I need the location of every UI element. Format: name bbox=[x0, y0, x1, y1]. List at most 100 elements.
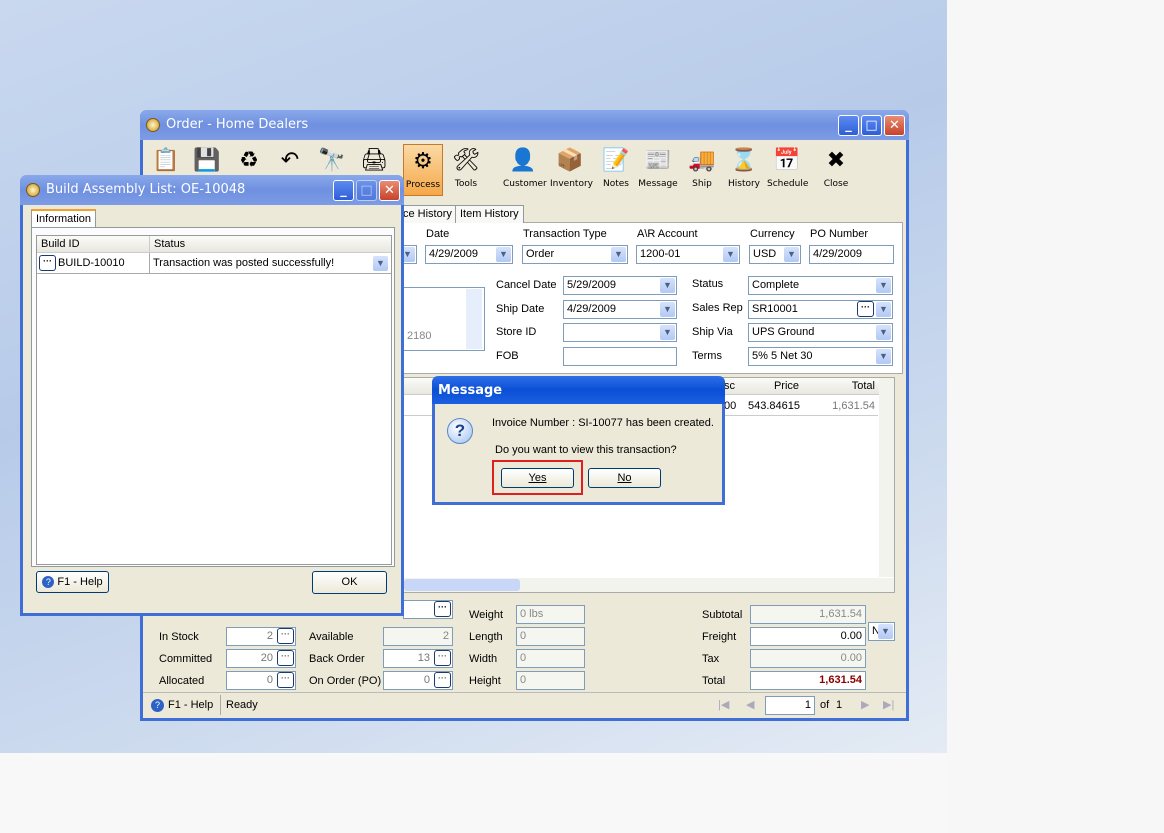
page-input[interactable]: 1 bbox=[765, 696, 815, 715]
terms-select[interactable]: 5% 5 Net 30 ▼ bbox=[748, 347, 893, 366]
value: 0 bbox=[520, 652, 527, 664]
cancel-date-field[interactable]: 5/29/2009 ▼ bbox=[563, 276, 677, 295]
weight-field[interactable]: 0 lbs bbox=[516, 605, 585, 624]
value: Complete bbox=[752, 279, 800, 291]
committed-field[interactable]: 20 ··· bbox=[226, 649, 296, 668]
next-page-button[interactable]: ▶ bbox=[861, 698, 869, 711]
transaction-type-select[interactable]: Order ▼ bbox=[522, 245, 628, 264]
item-field[interactable]: ··· bbox=[403, 600, 453, 619]
ar-account-select[interactable]: 1200-01 ▼ bbox=[636, 245, 740, 264]
grid-header-disc: sc bbox=[724, 378, 738, 395]
page-count: 1 bbox=[836, 699, 843, 711]
total-field[interactable]: 1,631.54 bbox=[750, 671, 866, 690]
subtotal-field[interactable]: 1,631.54 bbox=[750, 605, 866, 624]
toolbar-button-tools[interactable]: 🛠 Tools bbox=[446, 144, 486, 196]
last-page-button[interactable]: ▶| bbox=[883, 698, 894, 711]
ellipsis-button[interactable]: ··· bbox=[434, 650, 451, 666]
available-field[interactable]: 2 bbox=[383, 627, 453, 646]
ship-date-label: Ship Date bbox=[496, 303, 545, 315]
minimize-button[interactable]: _ bbox=[333, 180, 354, 201]
maximize-button[interactable]: □ bbox=[356, 180, 377, 201]
toolbar-button-process[interactable]: ⚙ Process bbox=[403, 144, 443, 196]
chevron-down-icon[interactable]: ▼ bbox=[373, 256, 388, 271]
value: 1,631.54 bbox=[819, 674, 862, 686]
ellipsis-button[interactable]: ··· bbox=[39, 255, 56, 271]
yes-label: Yes bbox=[528, 472, 547, 484]
message-title-bar[interactable]: Message bbox=[432, 376, 725, 404]
fob-label: FOB bbox=[496, 350, 519, 362]
value: 0 lbs bbox=[520, 608, 544, 620]
tab-panel: Build ID Status ··· BUILD-10010 Transact… bbox=[31, 227, 395, 567]
col-status: Status bbox=[150, 236, 391, 253]
ok-button[interactable]: OK bbox=[312, 571, 387, 594]
vertical-scrollbar[interactable] bbox=[879, 378, 894, 577]
message-line-1: Invoice Number : SI-10077 has been creat… bbox=[492, 417, 714, 429]
length-label: Length bbox=[469, 631, 503, 643]
horizontal-scrollbar[interactable] bbox=[404, 578, 894, 592]
help-link[interactable]: F1 - Help bbox=[168, 699, 213, 711]
close-window-button[interactable]: ✕ bbox=[379, 180, 400, 201]
no-button[interactable]: No bbox=[588, 468, 661, 488]
close-window-button[interactable]: ✕ bbox=[884, 115, 905, 136]
ellipsis-button[interactable]: ··· bbox=[434, 601, 451, 617]
backorder-field[interactable]: 13 ··· bbox=[383, 649, 453, 668]
table-row[interactable]: ··· BUILD-10010 Transaction was posted s… bbox=[37, 253, 391, 274]
instock-field[interactable]: 2 ··· bbox=[226, 627, 296, 646]
maximize-button[interactable]: □ bbox=[861, 115, 882, 136]
height-field[interactable]: 0 bbox=[516, 671, 585, 690]
tab-price-history[interactable]: ce History bbox=[398, 205, 457, 223]
ship-via-select[interactable]: UPS Ground ▼ bbox=[748, 323, 893, 342]
type-label: Transaction Type bbox=[523, 228, 607, 240]
tab-label: ce History bbox=[403, 208, 452, 220]
width-field[interactable]: 0 bbox=[516, 649, 585, 668]
help-button[interactable]: ? F1 - Help bbox=[36, 571, 109, 593]
toolbar-button-history[interactable]: ⌛ History bbox=[724, 144, 764, 196]
sales-rep-select[interactable]: SR10001 ··· ▼ bbox=[748, 300, 893, 319]
first-page-button[interactable]: |◀ bbox=[718, 698, 729, 711]
toolbar-button-inventory[interactable]: 📦 Inventory bbox=[550, 144, 593, 196]
build-title-bar[interactable]: Build Assembly List: OE-10048 _ □ ✕ bbox=[20, 175, 404, 205]
chevron-down-icon: ▼ bbox=[404, 247, 415, 262]
toolbar-button-close[interactable]: ✖ Close bbox=[816, 144, 856, 196]
yes-button[interactable]: Yes bbox=[501, 468, 574, 488]
toolbar-button-message[interactable]: 📰 Message bbox=[638, 144, 678, 196]
ellipsis-button[interactable]: ··· bbox=[434, 672, 451, 688]
toolbar-button-notes[interactable]: 📝 Notes bbox=[596, 144, 636, 196]
currency-select[interactable]: USD ▼ bbox=[749, 245, 801, 264]
ship-date-field[interactable]: 4/29/2009 ▼ bbox=[563, 300, 677, 319]
value: 13 bbox=[417, 652, 430, 664]
toolbar-button-ship[interactable]: 🚚 Ship bbox=[682, 144, 722, 196]
ellipsis-button[interactable]: ··· bbox=[857, 301, 874, 317]
po-number-field[interactable]: 4/29/2009 bbox=[809, 245, 894, 264]
tab-information[interactable]: Information bbox=[31, 209, 97, 227]
order-title-bar[interactable]: Order - Home Dealers _ □ ✕ bbox=[140, 110, 909, 140]
toolbar-button-schedule[interactable]: 📅 Schedule bbox=[767, 144, 809, 196]
customer-dropdown[interactable]: ▼ bbox=[403, 245, 417, 264]
freight-code-select[interactable]: N ▼ bbox=[868, 622, 895, 641]
help-icon: ? bbox=[151, 699, 164, 712]
length-field[interactable]: 0 bbox=[516, 627, 585, 646]
freight-field[interactable]: 0.00 bbox=[750, 627, 866, 646]
value: 4/29/2009 bbox=[429, 248, 478, 260]
inventory-icon: 📦 bbox=[556, 148, 584, 173]
ellipsis-button[interactable]: ··· bbox=[277, 650, 294, 666]
date-field[interactable]: 4/29/2009 ▼ bbox=[425, 245, 513, 264]
prev-page-button[interactable]: ◀ bbox=[746, 698, 754, 711]
value: UPS Ground bbox=[752, 326, 815, 338]
toolbar-button-customer[interactable]: 👤 Customer bbox=[503, 144, 547, 196]
chevron-down-icon: ▼ bbox=[660, 325, 675, 340]
ellipsis-button[interactable]: ··· bbox=[277, 628, 294, 644]
search-icon: 🔭 bbox=[318, 148, 346, 173]
allocated-field[interactable]: 0 ··· bbox=[226, 671, 296, 690]
store-id-select[interactable]: ▼ bbox=[563, 323, 677, 342]
toolbar-label: Schedule bbox=[767, 179, 809, 189]
tab-item-history[interactable]: Item History bbox=[455, 205, 524, 223]
minimize-button[interactable]: _ bbox=[838, 115, 859, 136]
tax-field[interactable]: 0.00 bbox=[750, 649, 866, 668]
status-select[interactable]: Complete ▼ bbox=[748, 276, 893, 295]
ellipsis-button[interactable]: ··· bbox=[277, 672, 294, 688]
address-scrollbar[interactable] bbox=[466, 289, 482, 349]
build-grid: Build ID Status ··· BUILD-10010 Transact… bbox=[36, 235, 392, 565]
onorder-field[interactable]: 0 ··· bbox=[383, 671, 453, 690]
fob-field[interactable] bbox=[563, 347, 677, 366]
